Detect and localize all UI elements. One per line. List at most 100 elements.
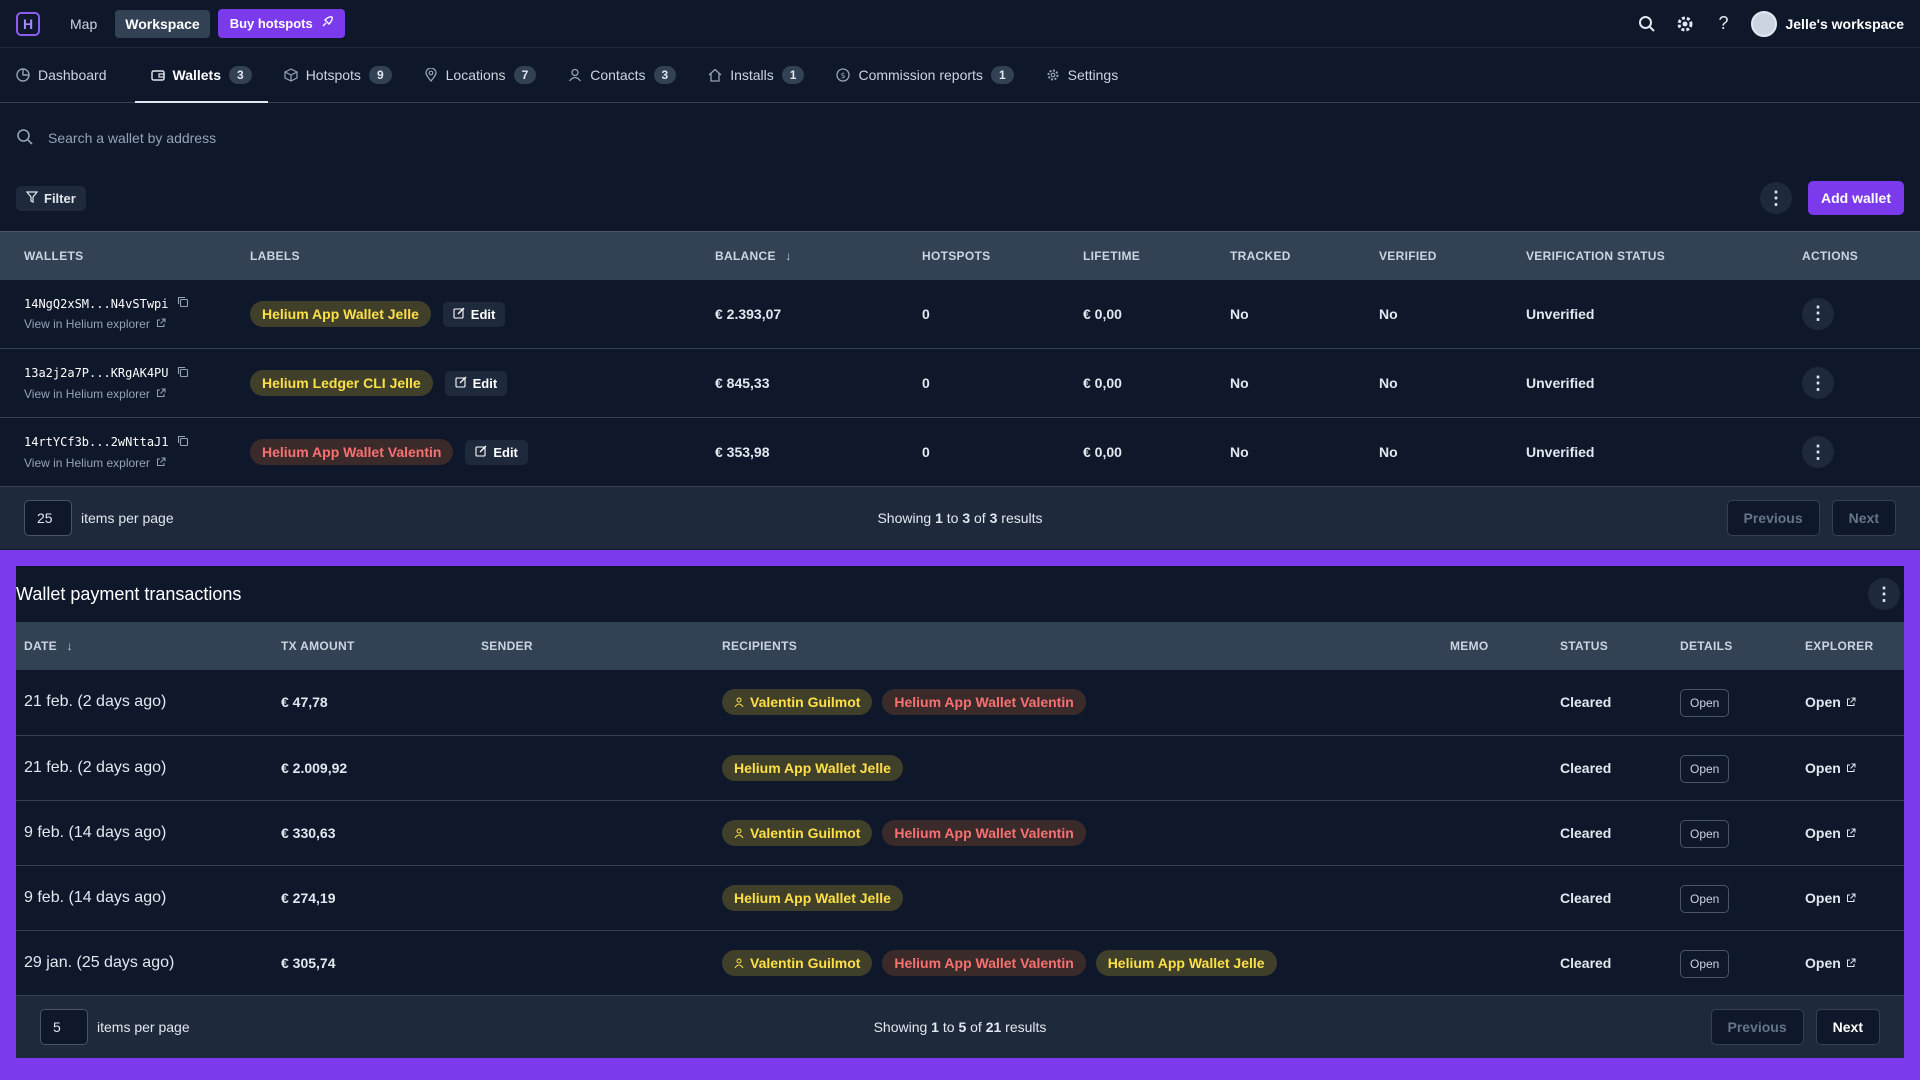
details-open-button[interactable]: Open bbox=[1680, 754, 1730, 783]
help-icon[interactable]: ? bbox=[1713, 13, 1733, 34]
nav-map[interactable]: Map bbox=[60, 10, 107, 38]
tab-commission-reports[interactable]: $ Commission reports 1 bbox=[834, 48, 1029, 102]
recipient-contact-pill[interactable]: Valentin Guilmot bbox=[722, 949, 873, 976]
copy-icon[interactable] bbox=[177, 296, 189, 311]
table-row: 14rtYCf3b...2wNttaJ1 View in Helium expl… bbox=[0, 417, 1920, 487]
tab-locations[interactable]: Locations 7 bbox=[422, 48, 553, 102]
memo-cell bbox=[1442, 800, 1552, 866]
app-logo[interactable]: H bbox=[16, 11, 40, 36]
tab-hotspots[interactable]: Hotspots 9 bbox=[282, 48, 408, 102]
next-page-button[interactable]: Next bbox=[1831, 500, 1896, 536]
explorer-link[interactable]: View in Helium explorer bbox=[24, 317, 202, 331]
explorer-open-link[interactable]: Open bbox=[1805, 694, 1856, 710]
svg-text:$: $ bbox=[841, 71, 846, 80]
recipient-name: Valentin Guilmot bbox=[750, 954, 861, 971]
details-open-button[interactable]: Open bbox=[1680, 689, 1730, 718]
wallet-label-pill: Helium Ledger CLI Jelle bbox=[250, 370, 433, 396]
recipients-cell: Valentin Guilmot Helium App Wallet Valen… bbox=[714, 670, 1442, 736]
balance-cell: € 845,33 bbox=[691, 348, 898, 418]
col-header-tx-amount: TX Amount bbox=[273, 622, 473, 670]
dollar-icon: $ bbox=[836, 68, 851, 82]
gear-icon[interactable] bbox=[1675, 14, 1695, 34]
external-link-icon bbox=[1846, 825, 1856, 841]
edit-label-button[interactable]: Edit bbox=[444, 371, 508, 396]
recipient-wallet-pill[interactable]: Helium App Wallet Jelle bbox=[722, 754, 903, 781]
explorer-open-link[interactable]: Open bbox=[1805, 890, 1856, 906]
recipient-contact-pill[interactable]: Valentin Guilmot bbox=[722, 689, 873, 716]
search-input[interactable] bbox=[48, 130, 648, 146]
results-summary: Showing 1 to 3 of 3 results bbox=[0, 510, 1920, 526]
status-cell: Cleared bbox=[1552, 735, 1672, 801]
previous-page-button[interactable]: Previous bbox=[1726, 500, 1820, 536]
col-header-tracked: Tracked bbox=[1206, 231, 1355, 280]
wallet-address: 14NgQ2xSM...N4vSTwpi bbox=[24, 296, 202, 311]
row-actions-icon[interactable]: ⋮ bbox=[1802, 436, 1834, 468]
col-header-balance[interactable]: Balance ↓ bbox=[691, 231, 898, 280]
results-word: results bbox=[1005, 1018, 1047, 1035]
memo-cell bbox=[1442, 930, 1552, 996]
recipient-contact-pill[interactable]: Valentin Guilmot bbox=[722, 819, 873, 846]
wallets-table: Wallets Labels Balance ↓ Hotspots Lifeti… bbox=[0, 231, 1920, 487]
explorer-link[interactable]: View in Helium explorer bbox=[24, 456, 202, 470]
verification-status-cell: Unverified bbox=[1502, 348, 1778, 418]
explorer-open-link[interactable]: Open bbox=[1805, 955, 1856, 971]
recipient-wallet-pill[interactable]: Helium App Wallet Valentin bbox=[882, 949, 1086, 976]
copy-icon[interactable] bbox=[177, 366, 189, 381]
tab-settings[interactable]: Settings bbox=[1044, 48, 1135, 102]
per-page-select[interactable]: 5 bbox=[40, 1008, 88, 1045]
transactions-table: Date ↓ TX Amount Sender Recipients Memo … bbox=[16, 622, 1904, 996]
col-header-memo: Memo bbox=[1442, 622, 1552, 670]
col-header-wallets: Wallets bbox=[0, 231, 226, 280]
search-icon[interactable] bbox=[1637, 14, 1657, 34]
tab-installs[interactable]: Installs 1 bbox=[706, 48, 820, 102]
amount-cell: € 47,78 bbox=[273, 670, 473, 736]
buy-hotspots-button[interactable]: Buy hotspots bbox=[217, 9, 345, 38]
add-wallet-button[interactable]: Add wallet bbox=[1807, 181, 1904, 215]
explorer-link[interactable]: View in Helium explorer bbox=[24, 387, 202, 401]
recipient-wallet-pill[interactable]: Helium App Wallet Jelle bbox=[722, 884, 903, 911]
tab-dashboard[interactable]: Dashboard bbox=[14, 48, 123, 102]
filter-button[interactable]: Filter bbox=[16, 185, 86, 211]
details-open-button[interactable]: Open bbox=[1680, 884, 1730, 913]
per-page-label: items per page bbox=[97, 1018, 190, 1035]
memo-cell bbox=[1442, 735, 1552, 801]
tab-wallets[interactable]: Wallets 3 bbox=[134, 48, 268, 103]
per-page-select[interactable]: 25 bbox=[24, 500, 72, 536]
table-row: 29 jan. (25 days ago) € 305,74 Valentin … bbox=[16, 930, 1904, 996]
copy-icon[interactable] bbox=[177, 435, 189, 450]
edit-label-button[interactable]: Edit bbox=[465, 440, 528, 465]
amount-cell: € 2.009,92 bbox=[273, 735, 473, 801]
user-icon bbox=[734, 694, 744, 710]
of-word: of bbox=[970, 1018, 982, 1035]
nav-workspace[interactable]: Workspace bbox=[115, 9, 210, 38]
explorer-open-link[interactable]: Open bbox=[1805, 825, 1856, 841]
edit-label-button[interactable]: Edit bbox=[442, 301, 506, 327]
row-actions-icon[interactable]: ⋮ bbox=[1802, 297, 1834, 330]
edit-icon bbox=[455, 376, 467, 391]
verification-status-cell: Unverified bbox=[1502, 279, 1778, 349]
col-header-date[interactable]: Date ↓ bbox=[16, 622, 273, 670]
transactions-section: Wallet payment transactions ⋮ Date ↓ TX … bbox=[0, 550, 1920, 1080]
external-link-icon bbox=[1846, 890, 1856, 906]
details-open-button[interactable]: Open bbox=[1680, 949, 1730, 978]
tab-contacts[interactable]: Contacts 3 bbox=[566, 48, 692, 102]
recipient-wallet-pill[interactable]: Helium App Wallet Valentin bbox=[882, 689, 1086, 716]
wallet-address: 14rtYCf3b...2wNttaJ1 bbox=[24, 435, 202, 450]
transactions-pagination: 5 items per page Showing 1 to 5 of 21 re… bbox=[16, 995, 1904, 1058]
recipients-cell: Valentin Guilmot Helium App Wallet Valen… bbox=[714, 930, 1442, 996]
user-icon bbox=[568, 68, 582, 82]
explorer-open-link[interactable]: Open bbox=[1805, 760, 1856, 776]
details-open-button[interactable]: Open bbox=[1680, 819, 1730, 848]
memo-cell bbox=[1442, 865, 1552, 931]
recipient-wallet-pill[interactable]: Helium App Wallet Jelle bbox=[1095, 949, 1277, 976]
row-actions-icon[interactable]: ⋮ bbox=[1802, 367, 1834, 399]
workspace-menu[interactable]: Jelle's workspace bbox=[1751, 10, 1904, 37]
next-page-button[interactable]: Next bbox=[1815, 1008, 1880, 1045]
recipient-wallet-pill[interactable]: Helium App Wallet Valentin bbox=[882, 819, 1086, 846]
more-options-icon[interactable]: ⋮ bbox=[1759, 182, 1792, 214]
buy-hotspots-label: Buy hotspots bbox=[229, 16, 313, 31]
explorer-open-text: Open bbox=[1805, 694, 1841, 711]
more-options-icon[interactable]: ⋮ bbox=[1868, 578, 1900, 610]
previous-page-button[interactable]: Previous bbox=[1710, 1008, 1804, 1045]
user-icon bbox=[734, 955, 744, 971]
